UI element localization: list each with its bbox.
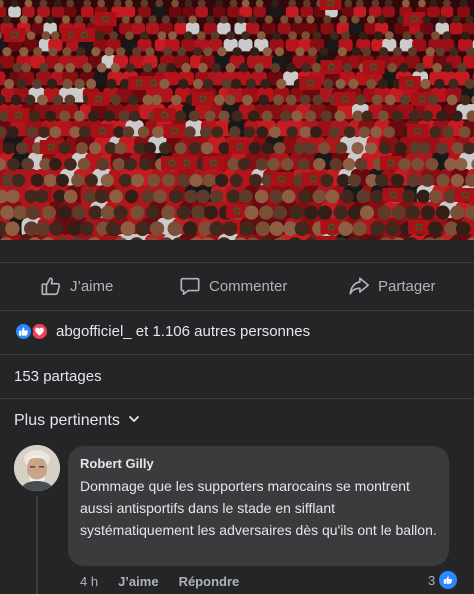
reaction-icons: [14, 321, 54, 341]
comment-meta: 4 h J’aime Répondre: [80, 572, 259, 590]
avatar[interactable]: [14, 445, 60, 491]
thumbs-up-icon: [40, 275, 62, 297]
comment-button[interactable]: Commenter: [179, 262, 287, 310]
comment-text: Dommage que les supporters marocains se …: [80, 478, 437, 538]
comment-sort-dropdown[interactable]: Plus pertinents: [14, 410, 140, 432]
comment-reaction-count[interactable]: 3: [428, 570, 458, 590]
comment-author[interactable]: Robert Gilly: [80, 455, 437, 472]
like-reaction-icon: [14, 322, 33, 341]
comment-reply-button[interactable]: Répondre: [179, 574, 240, 589]
share-button[interactable]: Partager: [348, 262, 436, 310]
comment-bubble[interactable]: Robert Gilly Dommage que les supporters …: [68, 446, 449, 566]
post-photo[interactable]: [0, 0, 474, 240]
post-detail-view: J’aime Commenter Partager abgofficiel_ e…: [0, 0, 474, 594]
crowd-image: [0, 0, 474, 240]
divider: [0, 398, 474, 399]
divider: [0, 310, 474, 311]
comment-thread-line: [36, 496, 38, 594]
comment-like-button[interactable]: J’aime: [118, 574, 158, 589]
share-label: Partager: [378, 277, 436, 295]
reactions-text: abgofficiel_ et 1.106 autres personnes: [56, 322, 311, 340]
sort-label: Plus pertinents: [14, 412, 120, 429]
share-arrow-icon: [348, 275, 370, 297]
comment-reaction-number: 3: [428, 572, 436, 588]
comment-label: Commenter: [209, 277, 288, 295]
shares-count[interactable]: 153 partages: [14, 368, 102, 385]
comment-time[interactable]: 4 h: [80, 574, 98, 589]
reactions-summary[interactable]: abgofficiel_ et 1.106 autres personnes: [14, 320, 310, 342]
post-action-bar: J’aime Commenter Partager: [0, 262, 474, 310]
chevron-down-icon: [128, 412, 140, 430]
like-button[interactable]: J’aime: [40, 262, 113, 310]
comment-bubble-icon: [179, 275, 201, 297]
like-reaction-icon: [439, 571, 458, 589]
like-label: J’aime: [70, 277, 114, 295]
divider: [0, 354, 474, 355]
